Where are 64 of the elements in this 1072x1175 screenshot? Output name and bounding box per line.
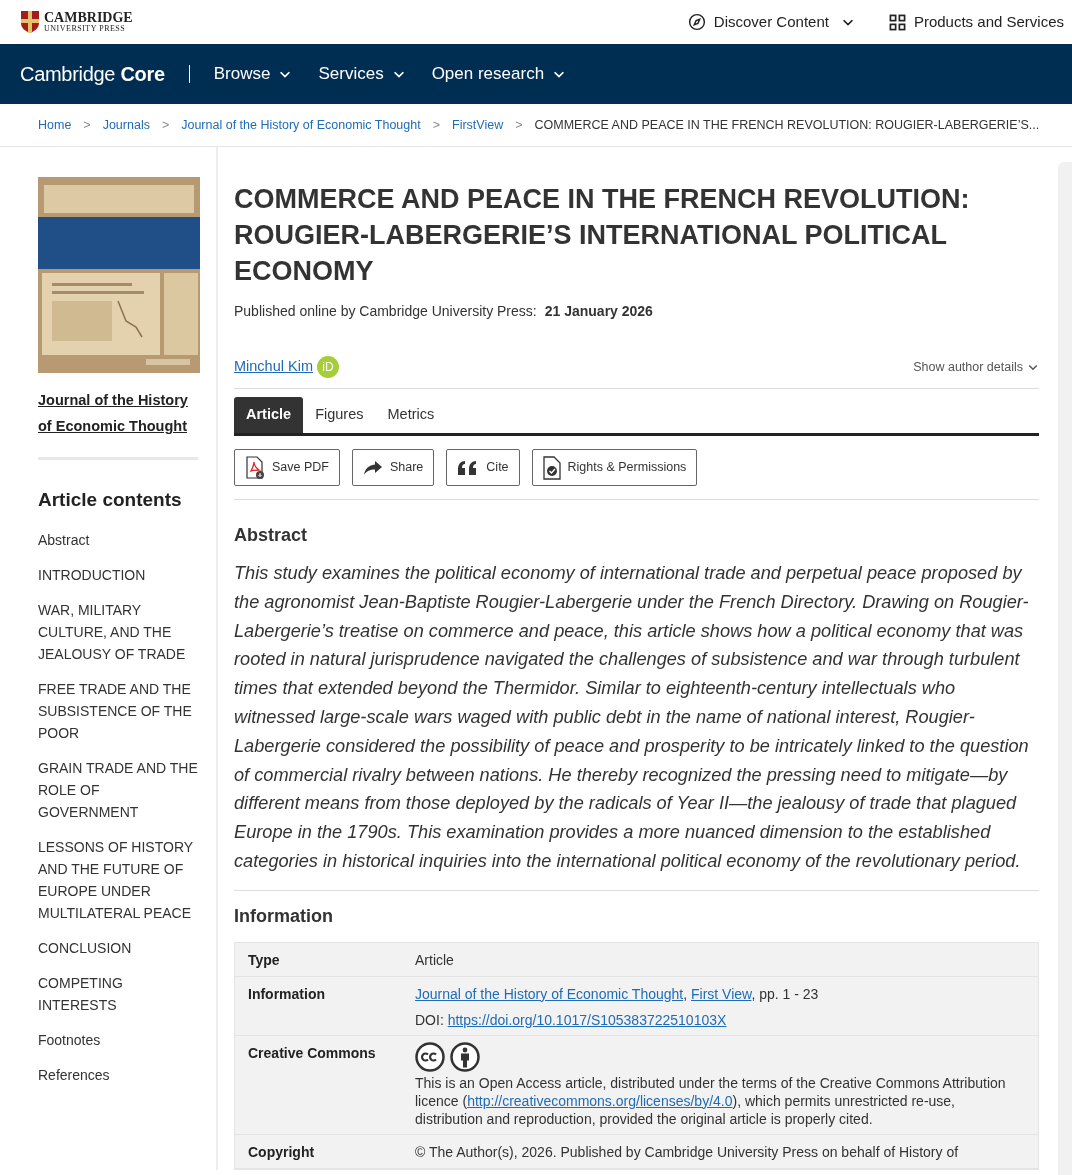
core-logo[interactable]: Cambridge Core	[20, 59, 165, 89]
contents-link[interactable]: Footnotes	[38, 1028, 198, 1051]
publisher-logo[interactable]: CAMBRIDGE UNIVERSITY PRESS	[20, 10, 133, 34]
article-contents-heading: Article contents	[38, 488, 183, 512]
breadcrumb-link[interactable]: Journal of the History of Economic Thought	[181, 115, 421, 135]
grid-icon	[888, 13, 906, 31]
journal-title-link[interactable]: Journal of the History of Economic Thought	[38, 387, 198, 439]
action-button[interactable]: Rights & Permissions	[531, 449, 698, 486]
breadcrumb-separator: >	[432, 116, 440, 134]
row-label: Creative Commons	[247, 1043, 377, 1063]
published-date: 21 January 2026	[544, 302, 653, 321]
action-button[interactable]: Save PDF	[234, 449, 340, 486]
attribution-person-icon	[450, 1041, 480, 1072]
contents-link[interactable]: WAR, MILITARY CULTURE, AND THE JEALOUSY OF TRADE	[38, 598, 198, 665]
top-menu-link[interactable]: Discover Content	[687, 10, 855, 34]
publisher-name: CAMBRIDGE	[44, 11, 133, 25]
creative-commons-icon	[415, 1041, 445, 1072]
abstract-text: This study examines the political economy of international trade and perpetual peace proposed by the agronomist Jean-Baptiste Rougier-Labergerie under the French Directory. Drawing on Rougier-Labergerie’s treatise on commerce and peace, this article shows how a political economy that was rooted in natural jurisprudence navigated the challenges of subsistence and war through turbulent times that extended beyond the Thermidor. Similar to eighteenth-century intellectuals who witnessed large-scale wars waged with public debt in the name of national interest, Rougier-Labergerie considered the possibility of peace and prosperity to be intricately linked to the question of commercial rivalry between nations. He thereby recognized the pressing need to mitigate—by different means from those deployed by the radicals of Year II—the jealousy of trade that plagued Europe in the 1790s. This examination provides a more nuanced dimension to the established categories in historical inquiries into the international political economy of the revolutionary period.	[234, 562, 1030, 873]
tab[interactable]: Figures	[303, 397, 376, 433]
published-label: Published online by Cambridge University Press:	[234, 302, 537, 321]
share-arrow-icon	[362, 459, 383, 476]
document-check-icon	[542, 455, 561, 480]
abstract-heading: Abstract	[234, 524, 309, 547]
contents-link[interactable]: LESSONS OF HISTORY AND THE FUTURE OF EUROPE UNDER MULTILATERAL PEACE	[38, 835, 198, 924]
row-label: Copyright	[247, 1142, 316, 1162]
nav-menu-item[interactable]: Open research	[431, 61, 567, 87]
breadcrumb-link[interactable]: FirstView	[452, 115, 504, 135]
contents-link[interactable]: COMPETING INTERESTS	[38, 971, 198, 1016]
shield-icon	[20, 10, 40, 34]
row-value: This is an Open Access article, distributed under the terms of the Creative Commons Attribution licence (http://creativecommons.org/licenses/by/4.0), which permits unrestricted re-use, distribution and reproduction, provided the original article is properly cited.	[415, 1073, 1007, 1128]
breadcrumb-current: COMMERCE AND PEACE IN THE FRENCH REVOLUTION: ROUGIER-LABERGERIE’S...	[534, 116, 1040, 134]
nav-menu-item[interactable]: Browse	[213, 61, 293, 87]
breadcrumb-separator: >	[515, 116, 523, 134]
contents-link[interactable]: CONCLUSION	[38, 936, 198, 959]
nav-menu-item[interactable]: Services	[318, 61, 406, 87]
publisher-subtitle: UNIVERSITY PRESS	[44, 25, 127, 33]
tab[interactable]: Article	[234, 397, 304, 433]
contents-link[interactable]: FREE TRADE AND THE SUBSISTENCE OF THE POOR	[38, 677, 198, 744]
contents-link[interactable]: INTRODUCTION	[38, 563, 198, 586]
compass-icon	[687, 13, 706, 31]
row-label: Type	[247, 950, 281, 970]
contents-link[interactable]: GRAIN TRADE AND THE ROLE OF GOVERNMENT	[38, 756, 198, 823]
breadcrumb-link[interactable]: Journals	[102, 115, 150, 135]
link[interactable]: http://creativecommons.org/licenses/by/4.0	[467, 1092, 733, 1109]
link[interactable]: https://doi.org/10.1017/S105383722510103X	[447, 1011, 727, 1028]
breadcrumb-separator: >	[161, 116, 170, 134]
show-author-details-button[interactable]: Show author details	[913, 357, 1039, 377]
row-value: © The Author(s), 2026. Published by Cambridge University Press on behalf of History of	[415, 1142, 960, 1161]
pdf-file-icon	[245, 455, 265, 480]
contents-link[interactable]: References	[38, 1063, 198, 1086]
row-value: DOI: https://doi.org/10.1017/S105383722510103X	[415, 1010, 728, 1029]
contents-link[interactable]: Abstract	[38, 528, 198, 551]
top-menu-link[interactable]: Products and Services	[888, 10, 1064, 34]
breadcrumb-separator: >	[83, 116, 91, 134]
information-heading: Information	[234, 904, 334, 928]
author-link[interactable]: Minchul Kim	[234, 356, 313, 378]
row-value: Journal of the History of Economic Thought, First View, pp. 1 - 23	[415, 984, 820, 1003]
row-value: Article	[415, 950, 455, 969]
row-label: Information	[247, 984, 326, 1004]
breadcrumb-link[interactable]: Home	[38, 115, 72, 135]
article-title: COMMERCE AND PEACE IN THE FRENCH REVOLUTION: ROUGIER-LABERGERIE’S INTERNATIONAL POLITICAL ECONOMY	[234, 183, 971, 288]
action-button[interactable]: Cite	[446, 449, 520, 486]
action-button[interactable]: Share	[351, 449, 435, 486]
tab[interactable]: Metrics	[375, 397, 447, 433]
